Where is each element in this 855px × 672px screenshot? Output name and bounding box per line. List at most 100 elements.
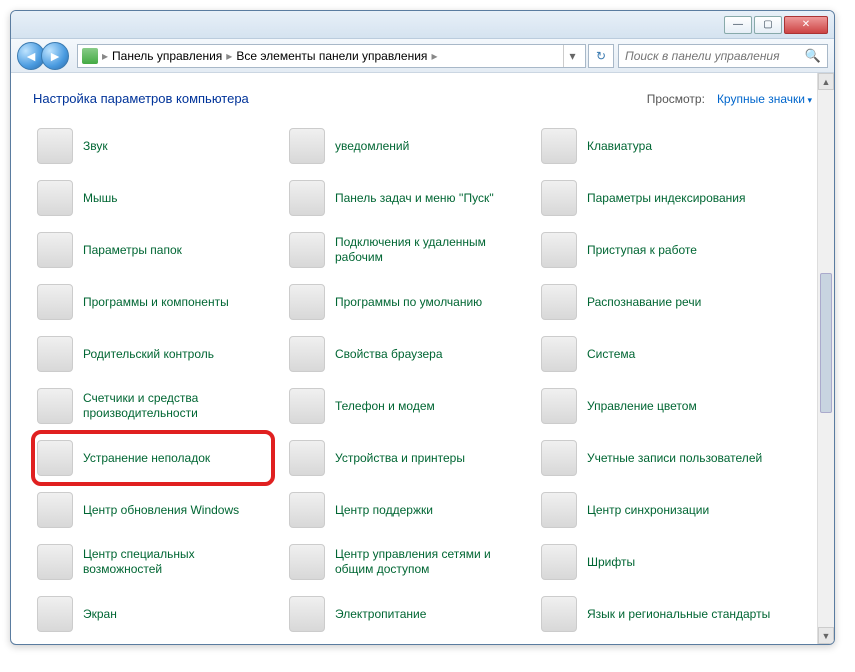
- scroll-down-button[interactable]: ▼: [818, 627, 834, 644]
- refresh-button[interactable]: ↻: [588, 44, 614, 68]
- item-label: Система: [587, 347, 635, 362]
- address-bar[interactable]: ▸ Панель управления ▸ Все элементы панел…: [77, 44, 586, 68]
- action-center-item[interactable]: Центр поддержки: [285, 484, 525, 536]
- parental-controls-item-icon: [37, 336, 73, 372]
- item-label: Программы по умолчанию: [335, 295, 482, 310]
- power-options-item-icon: [289, 596, 325, 632]
- item-label: уведомлений: [335, 139, 409, 154]
- taskbar-start-item-icon: [289, 180, 325, 216]
- phone-modem-item[interactable]: Телефон и модем: [285, 380, 525, 432]
- remote-desktop-item[interactable]: Подключения к удаленным рабочим: [285, 224, 525, 276]
- devices-printers-item[interactable]: Устройства и принтеры: [285, 432, 525, 484]
- windows-update-item[interactable]: Центр обновления Windows: [33, 484, 273, 536]
- breadcrumb-level1[interactable]: Панель управления: [112, 49, 222, 63]
- item-label: Учетные записи пользователей: [587, 451, 762, 466]
- item-label: Звук: [83, 139, 108, 154]
- notification-icons-item-icon: [289, 128, 325, 164]
- fonts-item[interactable]: Шрифты: [537, 536, 777, 588]
- user-accounts-item-icon: [541, 440, 577, 476]
- view-dropdown[interactable]: Крупные значки: [717, 92, 812, 106]
- network-sharing-item[interactable]: Центр управления сетями и общим доступом: [285, 536, 525, 588]
- item-label: Устранение неполадок: [83, 451, 210, 466]
- performance-item-icon: [37, 388, 73, 424]
- content-header: Настройка параметров компьютера Просмотр…: [11, 73, 834, 114]
- page-title: Настройка параметров компьютера: [33, 91, 249, 106]
- ease-of-access-item[interactable]: Центр специальных возможностей: [33, 536, 273, 588]
- windows-update-item-icon: [37, 492, 73, 528]
- item-label: Параметры папок: [83, 243, 182, 258]
- address-dropdown[interactable]: ▾: [563, 45, 581, 67]
- maximize-button[interactable]: ▢: [754, 16, 782, 34]
- performance-item[interactable]: Счетчики и средства производительности: [33, 380, 273, 432]
- troubleshooting-item[interactable]: Устранение неполадок: [33, 432, 273, 484]
- chevron-right-icon[interactable]: ▸: [102, 49, 108, 63]
- color-management-item-icon: [541, 388, 577, 424]
- item-label: Центр обновления Windows: [83, 503, 239, 518]
- power-options-item[interactable]: Электропитание: [285, 588, 525, 640]
- item-label: Центр управления сетями и общим доступом: [335, 547, 521, 577]
- fonts-item-icon: [541, 544, 577, 580]
- item-label: Телефон и модем: [335, 399, 435, 414]
- internet-options-item-icon: [289, 336, 325, 372]
- sync-center-item[interactable]: Центр синхронизации: [537, 484, 777, 536]
- mouse-item-icon: [37, 180, 73, 216]
- display-item-icon: [37, 596, 73, 632]
- sync-center-item-icon: [541, 492, 577, 528]
- scroll-thumb[interactable]: [820, 273, 832, 413]
- devices-printers-item-icon: [289, 440, 325, 476]
- content-area: Настройка параметров компьютера Просмотр…: [11, 73, 834, 644]
- scroll-up-button[interactable]: ▲: [818, 73, 834, 90]
- phone-modem-item-icon: [289, 388, 325, 424]
- item-label: Параметры индексирования: [587, 191, 745, 206]
- minimize-button[interactable]: —: [724, 16, 752, 34]
- notification-icons-item[interactable]: уведомлений: [285, 120, 525, 172]
- speech-recognition-item-icon: [541, 284, 577, 320]
- vertical-scrollbar[interactable]: ▲ ▼: [817, 73, 834, 644]
- keyboard-item-icon: [541, 128, 577, 164]
- item-label: Язык и региональные стандарты: [587, 607, 770, 622]
- chevron-right-icon[interactable]: ▸: [431, 49, 437, 63]
- user-accounts-item[interactable]: Учетные записи пользователей: [537, 432, 777, 484]
- network-sharing-item-icon: [289, 544, 325, 580]
- programs-features-item-icon: [37, 284, 73, 320]
- item-label: Устройства и принтеры: [335, 451, 465, 466]
- search-icon[interactable]: 🔍: [805, 48, 821, 64]
- item-label: Мышь: [83, 191, 118, 206]
- search-box[interactable]: 🔍: [618, 44, 828, 68]
- breadcrumb-level2[interactable]: Все элементы панели управления: [236, 49, 427, 63]
- speech-recognition-item[interactable]: Распознавание речи: [537, 276, 777, 328]
- mouse-item[interactable]: Мышь: [33, 172, 273, 224]
- programs-features-item[interactable]: Программы и компоненты: [33, 276, 273, 328]
- chevron-right-icon[interactable]: ▸: [226, 49, 232, 63]
- color-management-item[interactable]: Управление цветом: [537, 380, 777, 432]
- default-programs-item-icon: [289, 284, 325, 320]
- search-input[interactable]: [625, 49, 801, 63]
- navbar: ◄ ► ▸ Панель управления ▸ Все элементы п…: [11, 39, 834, 73]
- item-label: Программы и компоненты: [83, 295, 229, 310]
- item-label: Распознавание речи: [587, 295, 701, 310]
- action-center-item-icon: [289, 492, 325, 528]
- system-item[interactable]: Система: [537, 328, 777, 380]
- keyboard-item[interactable]: Клавиатура: [537, 120, 777, 172]
- default-programs-item[interactable]: Программы по умолчанию: [285, 276, 525, 328]
- forward-button[interactable]: ►: [41, 42, 69, 70]
- internet-options-item[interactable]: Свойства браузера: [285, 328, 525, 380]
- getting-started-item[interactable]: Приступая к работе: [537, 224, 777, 276]
- close-button[interactable]: ✕: [784, 16, 828, 34]
- folder-options-item[interactable]: Параметры папок: [33, 224, 273, 276]
- parental-controls-item[interactable]: Родительский контроль: [33, 328, 273, 380]
- item-label: Центр поддержки: [335, 503, 433, 518]
- taskbar-start-item[interactable]: Панель задач и меню ''Пуск'': [285, 172, 525, 224]
- display-item[interactable]: Экран: [33, 588, 273, 640]
- indexing-options-item[interactable]: Параметры индексирования: [537, 172, 777, 224]
- control-panel-window: — ▢ ✕ ◄ ► ▸ Панель управления ▸ Все элем…: [10, 10, 835, 645]
- troubleshooting-item-icon: [37, 440, 73, 476]
- region-language-item-icon: [541, 596, 577, 632]
- item-label: Управление цветом: [587, 399, 697, 414]
- item-label: Родительский контроль: [83, 347, 214, 362]
- item-label: Счетчики и средства производительности: [83, 391, 269, 421]
- item-label: Центр специальных возможностей: [83, 547, 269, 577]
- indexing-options-item-icon: [541, 180, 577, 216]
- region-language-item[interactable]: Язык и региональные стандарты: [537, 588, 777, 640]
- sound-item[interactable]: Звук: [33, 120, 273, 172]
